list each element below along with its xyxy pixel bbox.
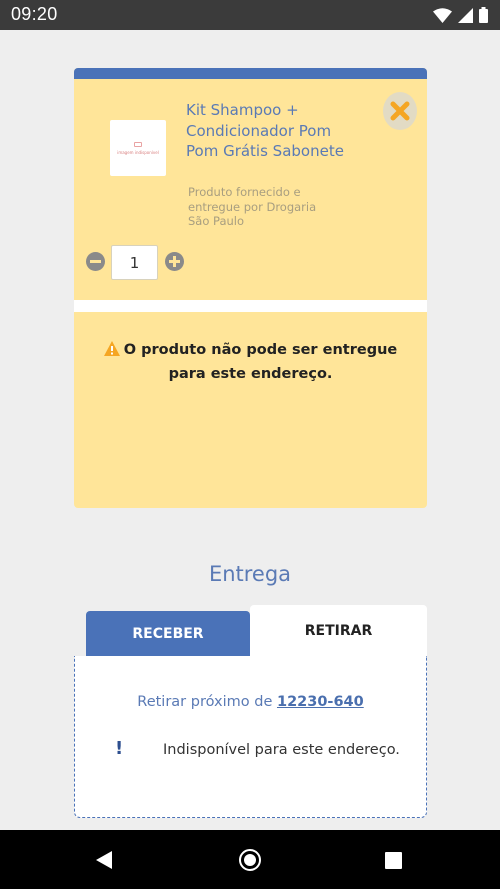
navigation-bar bbox=[0, 830, 500, 889]
wifi-icon bbox=[433, 7, 452, 23]
back-icon[interactable] bbox=[96, 851, 112, 869]
image-placeholder-icon bbox=[134, 141, 142, 147]
product-title[interactable]: Kit Shampoo + Condicionador Pom Pom Grát… bbox=[186, 100, 366, 162]
status-time: 09:20 bbox=[11, 4, 58, 24]
unavailable-text: Indisponível para este endereço. bbox=[163, 742, 400, 758]
pickup-panel: Retirar próximo de 12230-640 ! Indisponí… bbox=[74, 656, 427, 818]
status-bar: 09:20 bbox=[0, 0, 500, 30]
tab-retirar[interactable]: RETIRAR bbox=[250, 605, 427, 657]
home-icon[interactable] bbox=[239, 849, 261, 871]
quantity-decrease-button[interactable] bbox=[86, 252, 105, 271]
delivery-warning: O produto não pode ser entregue para est… bbox=[74, 338, 427, 386]
remove-item-button[interactable] bbox=[383, 92, 417, 130]
warning-icon bbox=[103, 341, 120, 356]
close-icon bbox=[390, 101, 410, 121]
product-seller: Produto fornecido e entregue por Drogari… bbox=[188, 185, 317, 228]
pickup-prefix: Retirar próximo de bbox=[137, 694, 273, 710]
image-placeholder-text: imagem indisponível bbox=[117, 149, 159, 155]
tab-receber[interactable]: RECEBER bbox=[86, 611, 250, 657]
cart-item-card: imagem indisponível Kit Shampoo + Condic… bbox=[74, 68, 427, 508]
quantity-input[interactable] bbox=[111, 245, 158, 280]
delivery-heading: Entrega bbox=[208, 562, 292, 586]
exclamation-icon: ! bbox=[115, 738, 124, 759]
recent-apps-icon[interactable] bbox=[385, 852, 402, 869]
status-icons bbox=[433, 5, 488, 25]
battery-icon bbox=[479, 7, 488, 23]
card-accent-bar bbox=[74, 68, 427, 79]
pickup-cep-link[interactable]: 12230-640 bbox=[277, 694, 364, 710]
delivery-warning-text: O produto não pode ser entregue para est… bbox=[123, 342, 398, 382]
signal-icon bbox=[458, 7, 473, 23]
pickup-location-line: Retirar próximo de 12230-640 bbox=[75, 694, 426, 710]
card-divider bbox=[74, 300, 427, 312]
quantity-increase-button[interactable] bbox=[165, 252, 184, 271]
product-image[interactable]: imagem indisponível bbox=[110, 120, 166, 176]
